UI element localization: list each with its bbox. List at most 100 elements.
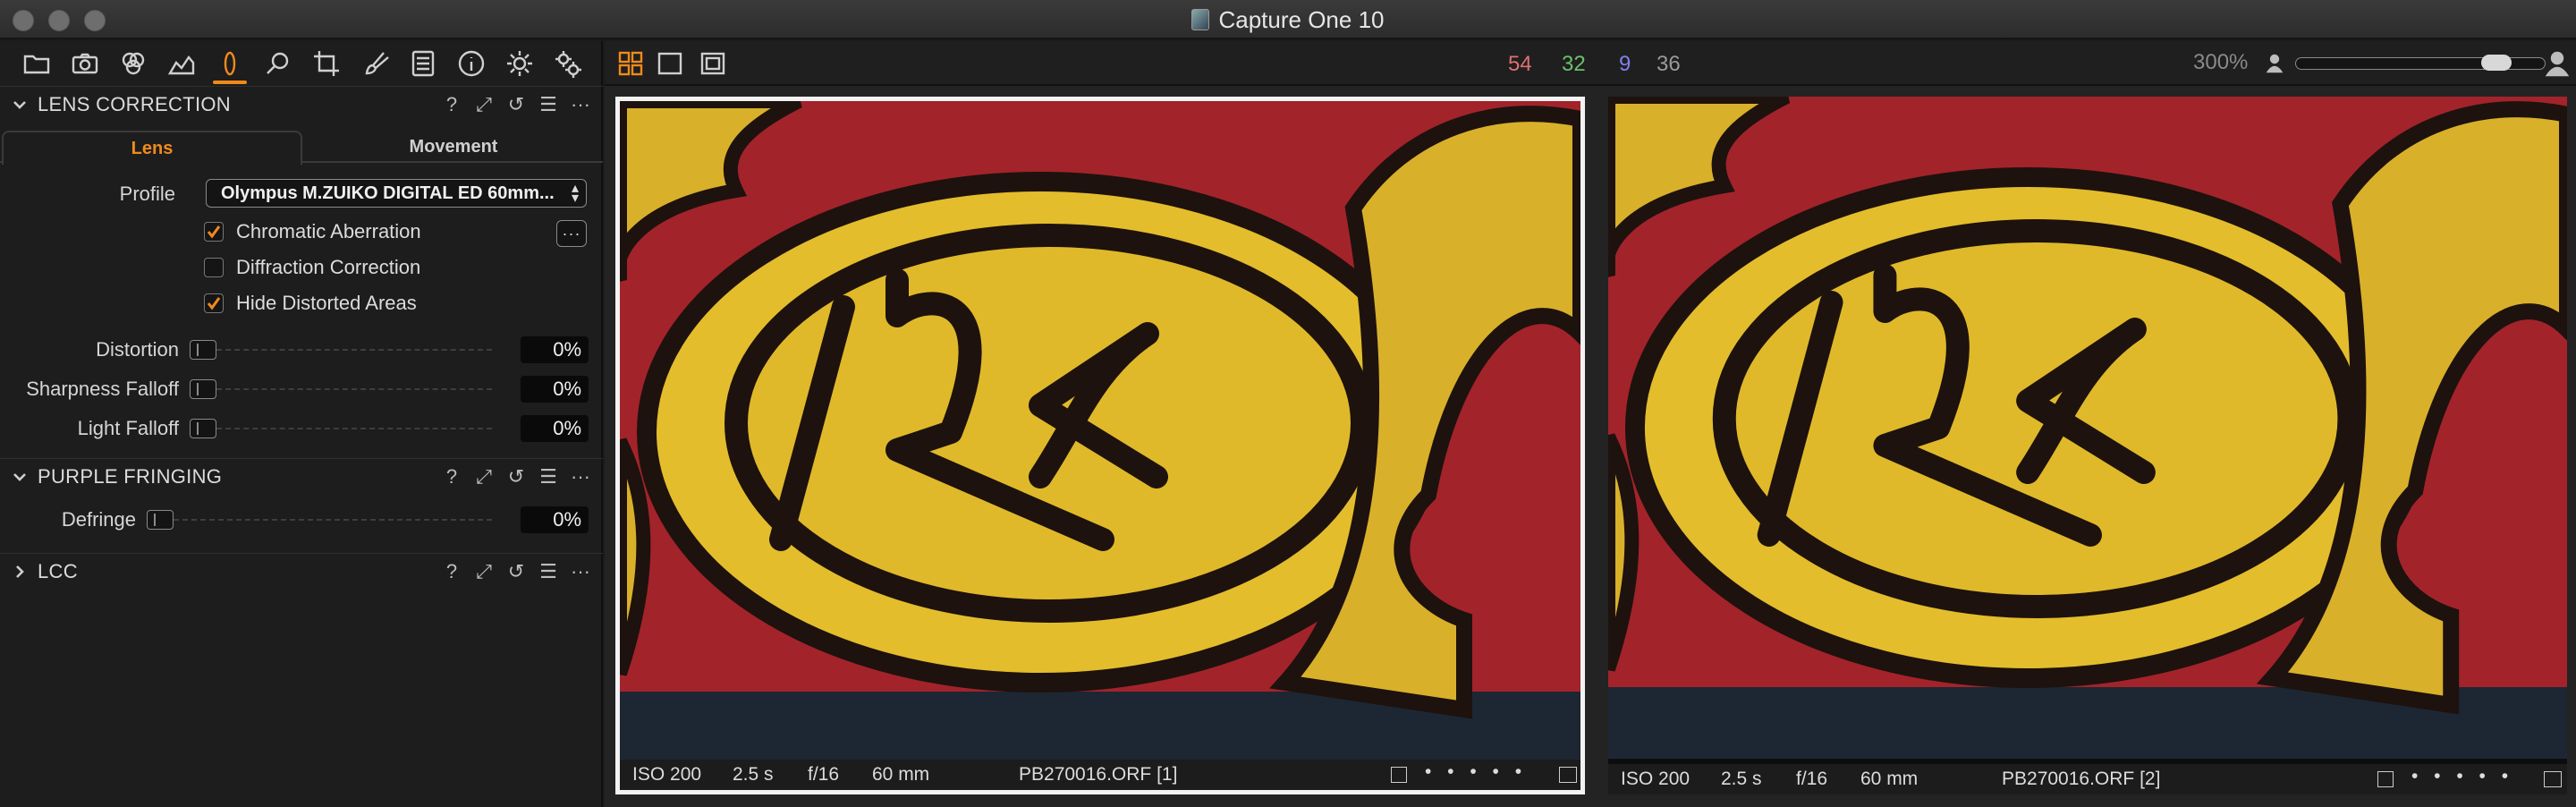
rating-dots[interactable]: • • • • • bbox=[1425, 761, 1527, 783]
total-count: 36 bbox=[1657, 52, 1681, 76]
red-count: 54 bbox=[1508, 52, 1532, 76]
grid-view-icon[interactable] bbox=[617, 50, 644, 77]
reset-icon[interactable]: ↺ bbox=[506, 465, 526, 488]
chromatic-aberration-checkbox[interactable] bbox=[204, 222, 224, 242]
rating-dots[interactable]: • • • • • bbox=[2411, 766, 2513, 787]
app-icon bbox=[1191, 9, 1210, 30]
crop-icon bbox=[314, 51, 339, 76]
sharpness-falloff-value[interactable]: 0% bbox=[521, 376, 589, 403]
section-tools: ? ⤢ ↺ ☰ ··· bbox=[442, 87, 590, 123]
help-icon[interactable]: ? bbox=[442, 560, 462, 583]
tooltab-batch[interactable] bbox=[544, 41, 592, 86]
tooltab-capture[interactable] bbox=[61, 41, 109, 86]
section-title: PURPLE FRINGING bbox=[38, 464, 223, 488]
chevron-down-icon[interactable] bbox=[7, 87, 32, 123]
check-row-diffraction-correction[interactable]: Diffraction Correction bbox=[204, 254, 420, 281]
slider-track bbox=[208, 428, 492, 429]
zoom-slider-knob[interactable] bbox=[2481, 55, 2512, 71]
slider-track bbox=[165, 519, 492, 521]
distortion-slider[interactable] bbox=[190, 338, 492, 361]
filmstrip-view-icon[interactable] bbox=[699, 50, 726, 77]
slider-knob[interactable] bbox=[190, 379, 216, 399]
slider-knob[interactable] bbox=[190, 340, 216, 360]
filename: PB270016.ORF [2] bbox=[2002, 769, 2161, 789]
tooltab-composition[interactable] bbox=[302, 41, 351, 86]
sharpness-falloff-slider[interactable] bbox=[190, 378, 492, 401]
edit-list-icon[interactable] bbox=[2544, 771, 2562, 787]
presets-icon[interactable]: ☰ bbox=[538, 93, 558, 116]
more-icon[interactable]: ··· bbox=[571, 465, 590, 488]
chevron-right-icon[interactable] bbox=[7, 554, 32, 590]
camera-icon bbox=[72, 53, 98, 74]
tooltab-exposure[interactable] bbox=[157, 41, 206, 86]
tooltab-color[interactable] bbox=[109, 41, 157, 86]
zoom-level: 300% bbox=[2193, 50, 2249, 74]
more-icon[interactable]: ··· bbox=[571, 93, 590, 116]
defringe-value[interactable]: 0% bbox=[521, 506, 589, 533]
tooltab-output[interactable] bbox=[399, 41, 447, 86]
tooltab-library[interactable] bbox=[13, 41, 61, 86]
image-variant-2[interactable]: ISO 200 2.5 s f/16 60 mm PB270016.ORF [2… bbox=[1608, 97, 2567, 794]
single-view-icon[interactable] bbox=[657, 50, 683, 77]
image-caption: ISO 200 2.5 s f/16 60 mm PB270016.ORF [2… bbox=[1608, 764, 2567, 794]
tooltab-focus[interactable] bbox=[254, 41, 302, 86]
reset-icon[interactable]: ↺ bbox=[506, 93, 526, 116]
tooltab-lens[interactable] bbox=[206, 41, 254, 86]
window-title: Capture One 10 bbox=[1218, 5, 1385, 33]
edit-list-icon[interactable] bbox=[1559, 767, 1577, 783]
tab-movement[interactable]: Movement bbox=[304, 131, 603, 163]
person-large-icon bbox=[2544, 50, 2571, 77]
light-falloff-label: Light Falloff bbox=[77, 417, 179, 439]
light-falloff-value[interactable]: 0% bbox=[521, 415, 589, 442]
zoom-slider[interactable] bbox=[2295, 55, 2546, 71]
tooltab-metadata[interactable] bbox=[447, 41, 496, 86]
slider-knob[interactable] bbox=[190, 419, 216, 438]
color-circles-icon bbox=[122, 52, 145, 75]
aperture-value: f/16 bbox=[1796, 769, 1828, 789]
person-small-icon bbox=[2261, 50, 2288, 77]
gear-icon bbox=[507, 51, 532, 76]
lcc-header[interactable]: LCC ? ⤢ ↺ ☰ ··· bbox=[0, 553, 603, 589]
chromatic-aberration-options-button[interactable]: ··· bbox=[556, 220, 587, 247]
expand-icon[interactable]: ⤢ bbox=[474, 560, 494, 583]
image-variant-1[interactable]: ISO 200 2.5 s f/16 60 mm PB270016.ORF [1… bbox=[615, 97, 1585, 794]
tab-lens[interactable]: Lens bbox=[2, 131, 302, 165]
check-label: Hide Distorted Areas bbox=[236, 292, 417, 314]
defringe-slider[interactable] bbox=[147, 508, 492, 531]
presets-icon[interactable]: ☰ bbox=[538, 465, 558, 488]
color-tag-icon[interactable] bbox=[1391, 767, 1407, 783]
shutter-value: 2.5 s bbox=[1721, 769, 1762, 789]
title-wrap: Capture One 10 bbox=[0, 0, 2576, 39]
distortion-value[interactable]: 0% bbox=[521, 336, 589, 363]
expand-icon[interactable]: ⤢ bbox=[474, 465, 494, 488]
diffraction-correction-checkbox[interactable] bbox=[204, 258, 224, 277]
light-falloff-slider[interactable] bbox=[190, 417, 492, 440]
section-title: LENS CORRECTION bbox=[38, 92, 231, 115]
photo-preview bbox=[620, 101, 1580, 763]
image-caption: ISO 200 2.5 s f/16 60 mm PB270016.ORF [1… bbox=[620, 760, 1580, 790]
presets-icon[interactable]: ☰ bbox=[538, 560, 558, 583]
lens-correction-header[interactable]: LENS CORRECTION ? ⤢ ↺ ☰ ··· bbox=[0, 86, 603, 122]
expand-icon[interactable]: ⤢ bbox=[474, 93, 494, 116]
slider-track bbox=[208, 388, 492, 390]
tooltab-settings[interactable] bbox=[496, 41, 544, 86]
app-window: Capture One 10 LENS CORRECTION ? ⤢ ↺ ☰ ·… bbox=[0, 0, 2576, 807]
tooltab-local-adjustments[interactable] bbox=[351, 41, 399, 86]
help-icon[interactable]: ? bbox=[442, 93, 462, 116]
color-tag-icon[interactable] bbox=[2377, 771, 2394, 787]
more-icon[interactable]: ··· bbox=[571, 560, 590, 583]
slider-knob[interactable] bbox=[147, 510, 174, 530]
brush-icon bbox=[365, 52, 389, 75]
reset-icon[interactable]: ↺ bbox=[506, 560, 526, 583]
check-label: Diffraction Correction bbox=[236, 256, 421, 278]
help-icon[interactable]: ? bbox=[442, 465, 462, 488]
info-icon bbox=[458, 50, 485, 77]
purple-fringing-header[interactable]: PURPLE FRINGING ? ⤢ ↺ ☰ ··· bbox=[0, 458, 603, 494]
magnifier-icon bbox=[267, 52, 289, 74]
check-row-chromatic-aberration[interactable]: Chromatic Aberration bbox=[204, 218, 421, 245]
profile-select[interactable]: Olympus M.ZUIKO DIGITAL ED 60mm... ▴ ▾ bbox=[206, 179, 587, 208]
hide-distorted-areas-checkbox[interactable] bbox=[204, 293, 224, 313]
gears-icon bbox=[555, 51, 581, 78]
chevron-down-icon[interactable] bbox=[7, 459, 32, 495]
check-row-hide-distorted-areas[interactable]: Hide Distorted Areas bbox=[204, 290, 417, 317]
